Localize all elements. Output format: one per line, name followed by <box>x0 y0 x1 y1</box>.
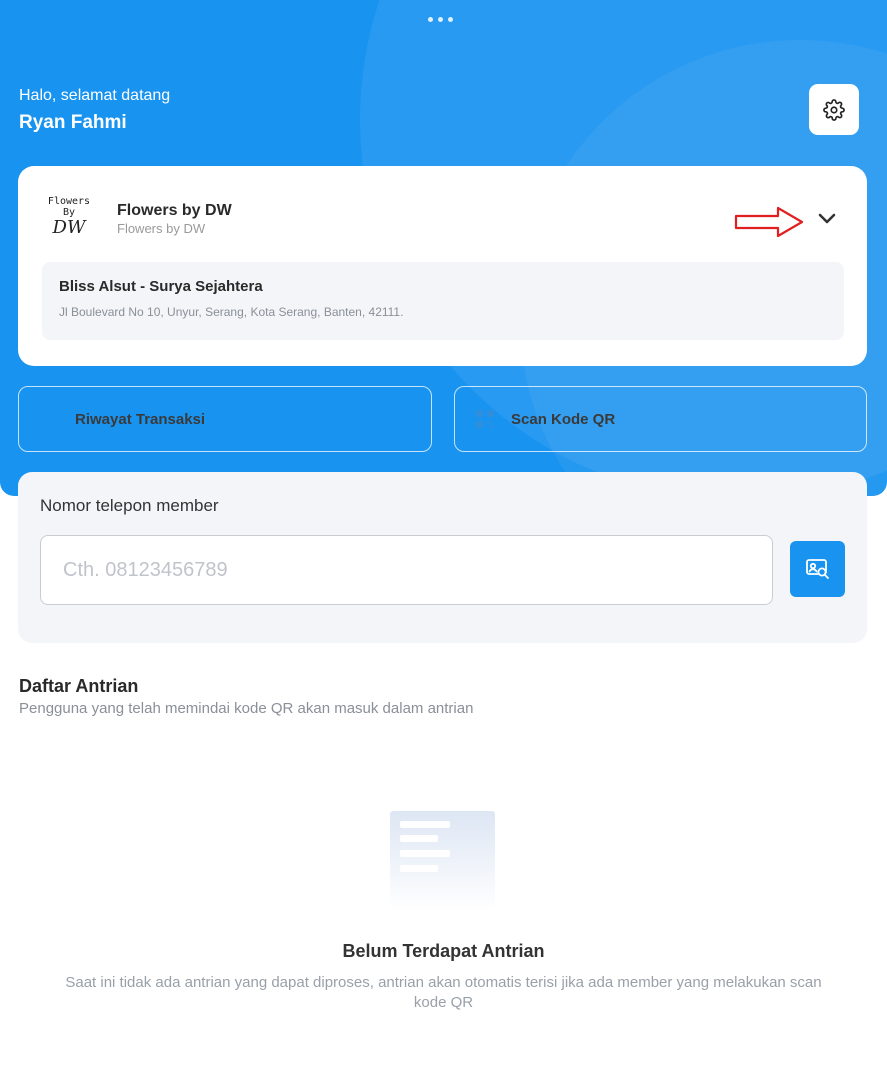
chevron-down-icon <box>818 213 836 224</box>
branch-name: Bliss Alsut - Surya Sejahtera <box>59 278 263 295</box>
red-arrow-right-icon <box>734 206 804 238</box>
drag-dot <box>438 17 443 22</box>
transaction-history-button[interactable]: Riwayat Transaksi <box>18 386 432 452</box>
store-subtitle: Flowers by DW <box>117 221 206 236</box>
gear-icon <box>823 98 845 121</box>
queue-subtitle: Pengguna yang telah memindai kode QR aka… <box>19 700 474 717</box>
branch-address: Jl Boulevard No 10, Unyur, Serang, Kota … <box>59 305 404 319</box>
logo-text: Flowers <box>47 196 91 207</box>
drag-dot <box>428 17 433 22</box>
qr-code-icon <box>475 409 495 429</box>
user-name: Ryan Fahmi <box>19 112 127 133</box>
empty-list-icon <box>390 811 495 911</box>
logo-text: DW <box>52 217 86 238</box>
drag-handle[interactable] <box>428 17 453 22</box>
settings-button[interactable] <box>809 84 859 135</box>
store-selector-card[interactable]: Flowers By DW Flowers by DW Flowers by D… <box>18 166 867 366</box>
phone-number-label: Nomor telepon member <box>40 496 219 515</box>
queue-title: Daftar Antrian <box>19 676 139 696</box>
branch-info: Bliss Alsut - Surya Sejahtera Jl Bouleva… <box>42 262 844 340</box>
scan-qr-button[interactable]: Scan Kode QR <box>454 386 867 452</box>
search-member-button[interactable] <box>790 541 845 597</box>
transaction-history-label: Riwayat Transaksi <box>75 410 206 428</box>
drag-dot <box>448 17 453 22</box>
scan-qr-label: Scan Kode QR <box>511 410 616 428</box>
phone-number-input[interactable] <box>40 535 773 605</box>
store-logo: Flowers By DW <box>42 196 96 244</box>
member-search-panel: Nomor telepon member <box>18 472 867 643</box>
search-id-card-icon <box>805 559 829 579</box>
empty-state-title: Belum Terdapat Antrian <box>342 941 545 961</box>
store-name: Flowers by DW <box>117 202 232 219</box>
store-dropdown-button[interactable] <box>814 206 840 232</box>
greeting-text: Halo, selamat datang <box>19 87 171 104</box>
empty-state-description: Saat ini tidak ada antrian yang dapat di… <box>65 974 822 1011</box>
